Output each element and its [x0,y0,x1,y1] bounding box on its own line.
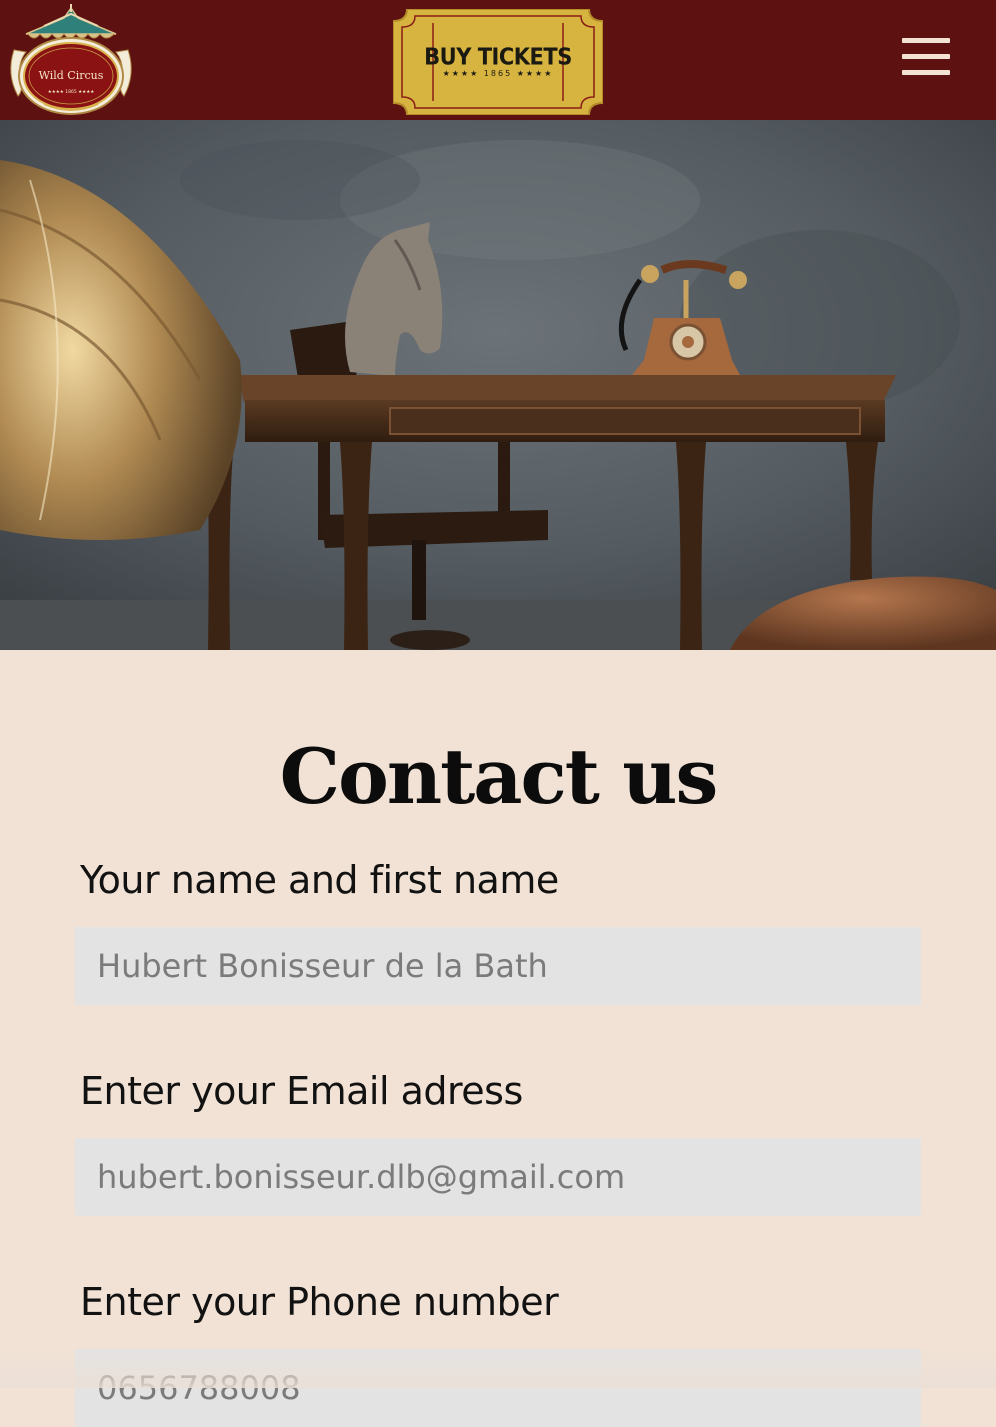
email-label: Enter your Email adress [80,1069,523,1113]
site-header: Wild Circus ★★★★ 1865 ★★★★ BUY TICKETS ★… [0,0,996,120]
wild-circus-logo[interactable]: Wild Circus ★★★★ 1865 ★★★★ [4,4,138,118]
menu-line [902,70,950,75]
phone-label: Enter your Phone number [80,1280,559,1324]
svg-text:Wild Circus: Wild Circus [39,69,104,82]
buy-tickets-button[interactable]: BUY TICKETS ★★★★ 1865 ★★★★ [393,9,603,115]
menu-line [902,54,950,59]
name-label: Your name and first name [80,858,559,902]
email-field[interactable] [75,1138,921,1216]
vintage-desk-photo [0,120,996,650]
phone-field[interactable] [75,1349,921,1427]
menu-line [902,38,950,43]
svg-text:★★★★ 1865 ★★★★: ★★★★ 1865 ★★★★ [48,89,95,95]
buy-tickets-label: BUY TICKETS [424,43,572,71]
hero-image [0,120,996,650]
name-field[interactable] [75,927,921,1005]
hamburger-menu-button[interactable] [896,34,956,82]
contact-title: Contact us [279,732,719,821]
logo-icon: Wild Circus ★★★★ 1865 ★★★★ [10,4,132,115]
ticket-subtitle: ★★★★ 1865 ★★★★ [442,69,554,78]
